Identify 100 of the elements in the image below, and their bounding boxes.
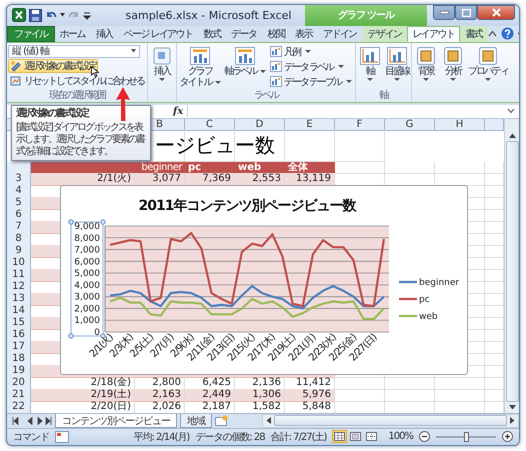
group-label: ラベル — [253, 90, 280, 102]
column-header[interactable]: C — [185, 118, 235, 131]
table-cell: 3,077 — [135, 172, 185, 186]
ribbon-tab[interactable]: ページ レイアウト — [118, 26, 198, 42]
ribbon-tab[interactable]: 校閲 — [262, 26, 290, 42]
row-number[interactable]: 22 — [7, 400, 31, 413]
ribbon-tab[interactable]: ファイル — [7, 26, 55, 42]
row-number[interactable]: 8 — [7, 232, 31, 246]
zoom-slider-thumb[interactable] — [464, 432, 469, 442]
row-number[interactable]: 20 — [7, 376, 31, 390]
y-tick-label: 2,000 — [74, 304, 100, 314]
function-label[interactable]: fx — [173, 106, 184, 117]
row-number[interactable]: 21 — [7, 388, 31, 402]
ribbon-tab[interactable]: 挿入 — [90, 26, 119, 42]
row-number[interactable]: 13 — [7, 292, 31, 306]
maximize-button[interactable] — [455, 5, 477, 20]
annotation-arrow — [115, 87, 131, 121]
scroll-right-icon[interactable] — [510, 417, 515, 424]
sheet-tab[interactable]: 地域 — [180, 414, 212, 428]
row-number[interactable]: 18 — [7, 352, 31, 366]
ribbon-tab[interactable]: データ — [226, 26, 262, 42]
insert-button[interactable]: 挿入 — [149, 44, 175, 83]
axis-button[interactable]: 軸 — [357, 44, 384, 83]
row-number[interactable]: 14 — [7, 304, 31, 318]
table-cell: 2,163 — [135, 388, 185, 402]
ribbon-tab[interactable]: ホーム — [54, 26, 91, 42]
caret-icon[interactable] — [60, 13, 65, 18]
row-number[interactable]: 11 — [7, 268, 31, 282]
vertical-scrollbar[interactable] — [504, 118, 519, 413]
expand-icon[interactable] — [507, 108, 515, 114]
row-number[interactable]: 17 — [7, 340, 31, 354]
ribbon-tab[interactable]: 書式 — [460, 26, 488, 42]
chart-option-button[interactable]: 分析 — [440, 44, 466, 83]
chart-label-button[interactable]: グラフ タイトル — [178, 44, 222, 90]
chart-label-button[interactable]: データ テーブル — [268, 74, 354, 89]
bar-chart-icon — [387, 46, 408, 65]
column-header[interactable]: G — [385, 118, 435, 131]
view-button[interactable] — [364, 430, 380, 444]
column-header[interactable]: E — [285, 118, 335, 131]
dropdown-value: 縦 (値) 軸 — [12, 44, 50, 58]
close-button[interactable] — [477, 5, 515, 20]
row-number[interactable]: 9 — [7, 244, 31, 258]
bar-chart-icon — [270, 76, 282, 88]
customize-menu-icon[interactable] — [83, 10, 91, 20]
save-icon[interactable] — [29, 8, 42, 22]
table-cell — [335, 130, 385, 162]
column-header[interactable]: H — [435, 118, 485, 131]
reset-style-button[interactable]: リセットしてスタイルに合わせる — [8, 74, 146, 88]
zoom-in-icon[interactable] — [502, 431, 513, 442]
collapse-ribbon-icon[interactable] — [488, 30, 498, 38]
horizontal-scrollbar[interactable] — [262, 414, 519, 428]
bar-chart-icon — [360, 46, 380, 65]
chart-label-button[interactable]: データ ラベル — [268, 60, 354, 74]
ribbon-tab[interactable]: レイアウト — [407, 26, 460, 42]
chart-element-dropdown[interactable]: 縦 (値) 軸 — [8, 44, 140, 58]
row-number[interactable]: 6 — [7, 208, 31, 222]
insert-sheet-icon[interactable] — [215, 415, 229, 426]
minimize-button[interactable] — [433, 5, 455, 20]
chart-label-button[interactable]: 軸ラベル — [223, 44, 267, 79]
page-layout-icon — [350, 432, 362, 442]
row-number[interactable]: 12 — [7, 280, 31, 294]
chart-label-button[interactable]: 凡例 — [268, 44, 354, 59]
chart-option-button[interactable]: プロパティ — [467, 44, 510, 83]
scroll-thumb[interactable] — [274, 415, 507, 426]
zoom-level[interactable]: 100% — [388, 431, 413, 442]
scroll-thumb[interactable] — [506, 140, 518, 402]
column-header[interactable]: D — [235, 118, 285, 131]
view-button[interactable] — [332, 430, 348, 444]
row-number[interactable]: 4 — [7, 184, 31, 198]
sheet-tab[interactable]: コンテンツ別ページビュー — [55, 414, 177, 428]
macro-record-icon[interactable] — [55, 430, 69, 443]
row-number[interactable]: 10 — [7, 256, 31, 270]
table-cell — [435, 388, 485, 402]
row-number[interactable]: 7 — [7, 220, 31, 234]
scroll-down-icon[interactable] — [508, 404, 516, 410]
chart-option-button[interactable]: 背景 — [413, 44, 440, 83]
row-number[interactable]: 16 — [7, 328, 31, 342]
row-number[interactable]: 3 — [7, 172, 31, 186]
status-count: データの個数: 28 — [195, 430, 265, 444]
table-cell: 2/19(土) — [31, 388, 135, 402]
help-icon[interactable] — [501, 27, 514, 40]
ribbon-tab[interactable]: 表示 — [290, 26, 318, 42]
row-number[interactable]: 15 — [7, 316, 31, 330]
y-tick-label: 9,000 — [74, 222, 100, 232]
ribbon-tab[interactable]: アドイン — [318, 26, 363, 42]
zoom-out-icon[interactable] — [419, 431, 430, 442]
ribbon-tab[interactable]: デザイン — [362, 26, 408, 42]
axis-button[interactable]: 目盛線 — [384, 44, 410, 83]
view-button[interactable] — [348, 430, 364, 444]
column-header[interactable]: F — [335, 118, 385, 131]
table-cell: 2/1(火) — [31, 172, 135, 186]
legend-label: web — [419, 312, 438, 322]
scroll-up-icon[interactable] — [508, 132, 516, 138]
row-number[interactable]: 5 — [7, 196, 31, 210]
y-tick-label: 3,000 — [74, 292, 100, 302]
ribbon-tab[interactable]: 数式 — [198, 26, 226, 42]
scroll-left-icon[interactable] — [266, 417, 271, 424]
sheet-navigation-icon[interactable] — [12, 416, 52, 425]
caret-icon[interactable] — [131, 49, 136, 54]
row-number[interactable]: 19 — [7, 364, 31, 378]
